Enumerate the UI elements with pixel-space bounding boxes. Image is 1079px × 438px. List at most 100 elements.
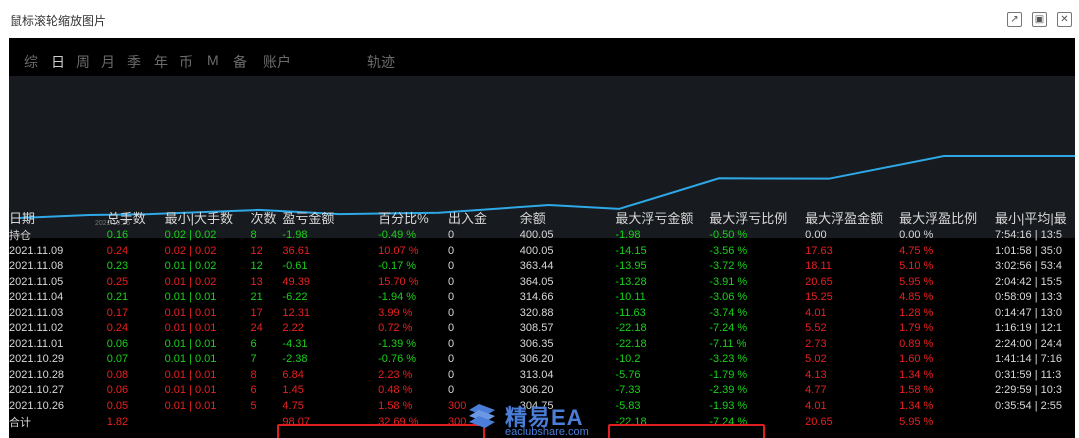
- table-cell: -3.72 %: [709, 260, 748, 273]
- table-cell: 17.63: [805, 244, 833, 257]
- column-header[interactable]: 日期: [9, 208, 107, 227]
- table-cell: 0:31:59 | 11:3: [994, 368, 1062, 381]
- column-header[interactable]: 余额: [520, 208, 616, 227]
- table-cell: 363.44: [519, 260, 554, 273]
- table-cell: 49.39: [282, 275, 310, 288]
- table-cell: 313.04: [519, 368, 554, 381]
- table-cell: 8: [250, 368, 257, 381]
- table-cell: 3:02:56 | 53:4: [994, 260, 1063, 273]
- restore-icon[interactable]: ▣: [1032, 12, 1047, 27]
- column-header[interactable]: 总手数: [107, 208, 165, 227]
- table-cell: 0.02 | 0.02: [164, 229, 217, 241]
- table-row[interactable]: 2021.10.29 0.07 0.01 | 0.01 7 -2.38 -0.76 % 0 3…: [9, 352, 1075, 368]
- window-title: 鼠标滚轮缩放图片: [10, 14, 107, 28]
- table-cell: 6: [250, 384, 257, 397]
- table-row[interactable]: 2021.11.05 0.25 0.01 | 0.02 13 49.39 15.70 % 0…: [9, 274, 1075, 290]
- table-row[interactable]: 2021.11.01 0.06 0.01 | 0.01 6 -4.31 -1.39 % 0 3…: [9, 336, 1075, 352]
- column-header[interactable]: 最大浮盈金额: [805, 208, 899, 227]
- table-cell: 0.48 %: [378, 384, 413, 397]
- table-row[interactable]: 2021.11.02 0.24 0.01 | 0.01 24 2.22 0.72 % 0 30…: [9, 321, 1075, 337]
- table-cell: 0.01 | 0.01: [164, 291, 217, 304]
- balance-point: [943, 155, 945, 157]
- title-bar: 鼠标滚轮缩放图片 ↗ ▣ ✕: [0, 0, 1079, 38]
- tab-5[interactable]: 年: [154, 52, 168, 72]
- table-cell: 0.06: [106, 384, 129, 397]
- column-header[interactable]: 最大浮亏金额: [615, 208, 709, 227]
- table-cell: 0.24: [106, 244, 129, 257]
- table-cell: -2.39 %: [709, 384, 748, 397]
- table-cell: 0: [448, 368, 455, 381]
- table-cell: 0: [448, 306, 455, 319]
- table-cell: -6.22: [282, 291, 308, 304]
- table-cell: [995, 414, 1075, 430]
- table-cell: 0.05: [106, 399, 129, 412]
- column-header[interactable]: 最小|大手数: [165, 208, 251, 227]
- table-cell: 2021.11.05: [9, 275, 64, 288]
- table-cell: 5.02: [805, 353, 827, 366]
- table-cell: 0.01 | 0.02: [164, 260, 217, 273]
- table-cell: 36.61: [282, 244, 310, 257]
- column-header[interactable]: 百分比%: [378, 208, 448, 227]
- popout-icon[interactable]: ↗: [1007, 12, 1022, 27]
- table-cell: 0.25: [106, 275, 129, 288]
- table-cell: 1.28 %: [899, 306, 934, 319]
- tab-0[interactable]: 综: [24, 52, 38, 72]
- table-cell: 3.99 %: [378, 306, 413, 319]
- table-cell: -3.91 %: [709, 275, 748, 288]
- column-header[interactable]: 最大浮盈比例: [899, 208, 995, 227]
- column-header[interactable]: 最大浮亏比例: [709, 208, 805, 227]
- table-cell: 0.24: [106, 322, 129, 335]
- table-cell: -13.95: [615, 260, 647, 273]
- table-cell: 12.31: [282, 306, 310, 319]
- tab-10[interactable]: 轨迹: [367, 52, 395, 72]
- table-cell: -22.18: [615, 337, 647, 350]
- column-header[interactable]: 次数: [250, 208, 282, 227]
- table-cell: -1.93 %: [709, 399, 748, 412]
- table-cell: -0.49 %: [378, 229, 417, 241]
- close-icon[interactable]: ✕: [1057, 12, 1072, 27]
- table-row[interactable]: 2021.10.27 0.06 0.01 | 0.01 6 1.45 0.48 % 0 306…: [9, 383, 1075, 399]
- table-cell: 1.60 %: [899, 353, 934, 366]
- table-cell: 15.70 %: [378, 275, 419, 288]
- table-cell: 0: [448, 244, 455, 257]
- table-cell: [165, 414, 251, 430]
- table-cell: -1.39 %: [378, 337, 417, 350]
- table-cell: -5.76: [615, 368, 641, 381]
- table-cell: 24: [250, 322, 263, 335]
- tab-9[interactable]: 账户: [263, 52, 291, 72]
- table-row[interactable]: 2021.11.08 0.23 0.01 | 0.02 12 -0.61 -0.17 % 0…: [9, 259, 1075, 275]
- tab-4[interactable]: 季: [127, 52, 141, 72]
- table-cell: -2.38: [282, 353, 308, 366]
- tab-8[interactable]: 备: [233, 52, 247, 72]
- table-cell: 8: [250, 229, 257, 241]
- table-row[interactable]: 2021.11.03 0.17 0.01 | 0.01 17 12.31 3.99 % 0 3…: [9, 305, 1075, 321]
- table-cell: -0.61: [282, 260, 308, 273]
- table-cell: 5: [250, 399, 257, 412]
- table-cell: -1.79 %: [709, 368, 748, 381]
- table-row[interactable]: 2021.11.04 0.21 0.01 | 0.01 21 -6.22 -1.94 % 0…: [9, 290, 1075, 306]
- tab-7[interactable]: M: [207, 52, 219, 68]
- tab-2[interactable]: 周: [76, 52, 90, 72]
- tab-6[interactable]: 币: [179, 52, 193, 72]
- table-cell: 0.23: [106, 260, 129, 273]
- table-row[interactable]: 2021.10.28 0.08 0.01 | 0.01 8 6.84 2.23 % 0 313…: [9, 367, 1075, 383]
- table-cell: 0.01 | 0.01: [164, 306, 217, 319]
- table-cell: 2021.10.29: [9, 353, 65, 366]
- column-header[interactable]: 出入金: [448, 208, 520, 227]
- table-cell: 4.75: [282, 399, 304, 412]
- table-cell: -7.11 %: [709, 337, 747, 350]
- table-cell: 7:54:16 | 13:5: [994, 229, 1063, 241]
- table-cell: 15.25: [805, 291, 833, 304]
- table-cell: -10.11: [615, 291, 646, 304]
- table-cell: 17: [250, 306, 263, 319]
- table-cell: 0: [448, 353, 455, 366]
- column-header[interactable]: 最小|平均|最: [995, 208, 1075, 227]
- table-cell: 0.01 | 0.01: [164, 368, 217, 381]
- tab-3[interactable]: 月: [101, 52, 115, 72]
- tab-1[interactable]: 日: [51, 52, 65, 72]
- watermark-logo-icon: [469, 404, 495, 428]
- table-row[interactable]: 持仓 0.16 0.02 | 0.02 8 -1.98 -0.49 % 0 400.05 -1.…: [9, 227, 1075, 243]
- table-cell: 0: [448, 275, 455, 288]
- column-header[interactable]: 盈亏金额: [282, 208, 378, 227]
- table-row[interactable]: 2021.11.09 0.24 0.02 | 0.02 12 36.61 10.07 % 0…: [9, 243, 1075, 259]
